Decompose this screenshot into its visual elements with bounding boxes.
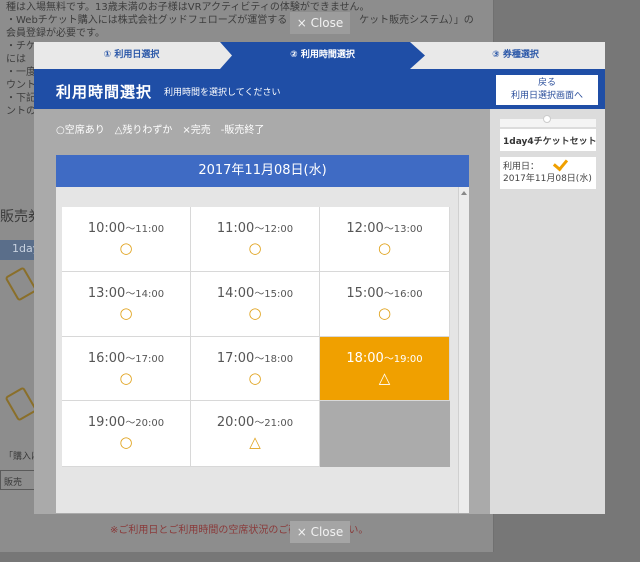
date-value: 2017年11月08日(水) bbox=[503, 174, 592, 184]
slot-start: 15:00 bbox=[346, 286, 384, 301]
background-note: 販売 bbox=[4, 478, 23, 488]
slot-start: 11:00 bbox=[216, 221, 255, 236]
availability-legend: ○空席あり △残りわずか ×完売 -販売終了 bbox=[56, 125, 265, 136]
back-button-sublabel: 利用日選択画面へ bbox=[510, 91, 583, 101]
page-subtitle: 利用時間を選択してください bbox=[164, 88, 281, 98]
slot-end: 〜16:00 bbox=[383, 289, 423, 300]
back-to-date-button[interactable]: 戻る 利用日選択画面へ bbox=[496, 75, 598, 105]
slot-end: 〜21:00 bbox=[254, 418, 294, 429]
main-content: ○空席あり △残りわずか ×完売 -販売終了 2017年11月08日(水) 10… bbox=[34, 109, 490, 514]
slot-end: 〜20:00 bbox=[125, 418, 165, 429]
date-label: 利用日： bbox=[503, 162, 540, 172]
availability-mark: ○ bbox=[377, 304, 392, 322]
selected-date-bar: 2017年11月08日(水) bbox=[56, 155, 469, 187]
availability-mark: ○ bbox=[119, 369, 133, 387]
modal-header: 利用時間選択 利用時間を選択してください 戻る 利用日選択画面へ bbox=[34, 69, 605, 109]
slot-end: 〜18:00 bbox=[254, 354, 294, 365]
page-title: 利用時間選択 bbox=[56, 83, 153, 101]
slot-start: 16:00 bbox=[87, 351, 126, 366]
step-date-select: ① 利用日選択 bbox=[103, 50, 160, 60]
scroll-up-icon[interactable] bbox=[461, 191, 467, 195]
slot-start: 18:00 bbox=[346, 351, 384, 366]
availability-mark: ○ bbox=[377, 239, 392, 257]
ticket-name: 1day4チケットセット bbox=[500, 129, 597, 151]
progress-knob bbox=[543, 115, 551, 123]
availability-mark: △ bbox=[249, 433, 261, 451]
step-time-select: ② 利用時間選択 bbox=[220, 42, 425, 69]
slot-end: 〜17:00 bbox=[125, 354, 165, 365]
availability-mark: ○ bbox=[248, 304, 262, 322]
slot-start: 12:00 bbox=[346, 221, 384, 236]
availability-mark: △ bbox=[378, 369, 391, 387]
slot-scrollbar[interactable] bbox=[458, 187, 469, 513]
ticket-icon bbox=[4, 266, 38, 302]
ticket-icon bbox=[4, 386, 38, 422]
slot-end: 〜13:00 bbox=[383, 224, 423, 235]
time-selection-modal: ① 利用日選択 ② 利用時間選択 ③ 券種選択 利用時間選択 利用時間を選択して… bbox=[34, 42, 605, 514]
time-slot[interactable]: 17:00〜18:00 ○ bbox=[191, 337, 320, 401]
availability-mark: ○ bbox=[248, 369, 262, 387]
slot-end: 〜11:00 bbox=[125, 224, 165, 235]
slot-end: 〜19:00 bbox=[383, 354, 423, 365]
availability-mark: ○ bbox=[119, 433, 133, 451]
selected-date-card: 利用日： 2017年11月08日(水) bbox=[500, 155, 596, 189]
time-slot[interactable]: 16:00〜17:00 ○ bbox=[62, 337, 191, 401]
time-slot[interactable]: 14:00〜15:00 ○ bbox=[191, 272, 320, 337]
slot-start: 10:00 bbox=[87, 221, 126, 236]
slot-start: 17:00 bbox=[216, 351, 255, 366]
time-slot-empty bbox=[320, 401, 450, 467]
slot-start: 19:00 bbox=[87, 415, 126, 430]
step-indicator: ① 利用日選択 ② 利用時間選択 ③ 券種選択 bbox=[34, 42, 605, 69]
slot-end: 〜12:00 bbox=[254, 224, 294, 235]
time-slot[interactable]: 10:00〜11:00 ○ bbox=[62, 207, 191, 272]
time-slot[interactable]: 12:00〜13:00 ○ bbox=[320, 207, 450, 272]
selection-summary-sidebar: 1day4チケットセット 利用日： 2017年11月08日(水) bbox=[490, 109, 605, 514]
back-button-label: 戻る bbox=[537, 78, 556, 88]
time-slot-grid: 10:00〜11:00 ○ 11:00〜12:00 ○ 12:00〜13:00 … bbox=[62, 207, 450, 467]
background-text-line: ントの bbox=[6, 106, 36, 117]
slot-start: 14:00 bbox=[216, 286, 255, 301]
close-button-top[interactable]: × Close bbox=[290, 12, 350, 34]
time-slot[interactable]: 20:00〜21:00 △ bbox=[191, 401, 320, 467]
time-slot[interactable]: 15:00〜16:00 ○ bbox=[320, 272, 450, 337]
slot-end: 〜15:00 bbox=[254, 289, 294, 300]
time-slot-panel: 10:00〜11:00 ○ 11:00〜12:00 ○ 12:00〜13:00 … bbox=[56, 187, 469, 513]
time-slot[interactable]: 11:00〜12:00 ○ bbox=[191, 207, 320, 272]
availability-mark: ○ bbox=[248, 239, 262, 257]
summary-progress bbox=[500, 115, 596, 127]
availability-mark: ○ bbox=[119, 304, 133, 322]
slot-end: 〜14:00 bbox=[125, 289, 165, 300]
close-button-bottom[interactable]: × Close bbox=[290, 521, 350, 543]
step-ticket-type: ③ 券種選択 bbox=[492, 50, 539, 60]
time-slot[interactable]: 19:00〜20:00 ○ bbox=[62, 401, 191, 467]
time-slot[interactable]: 13:00〜14:00 ○ bbox=[62, 272, 191, 337]
availability-mark: ○ bbox=[119, 239, 133, 257]
slot-start: 20:00 bbox=[216, 415, 255, 430]
background-tab: 1day bbox=[0, 240, 39, 260]
slot-start: 13:00 bbox=[87, 286, 126, 301]
time-slot-selected[interactable]: 18:00〜19:00 △ bbox=[320, 337, 450, 401]
